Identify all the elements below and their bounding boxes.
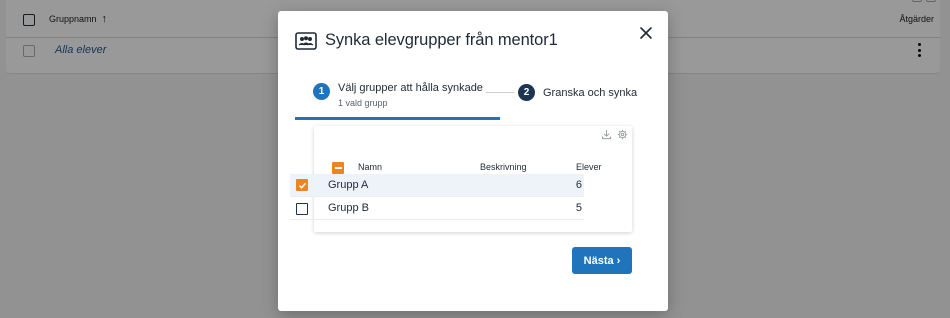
step-connector [486, 92, 514, 93]
step-number: 1 [313, 83, 330, 100]
step-label: Granska och synka [543, 87, 638, 99]
step-number: 2 [518, 84, 535, 101]
table-toolbar [601, 129, 628, 140]
close-icon[interactable] [638, 25, 654, 41]
student-count: 5 [575, 202, 582, 214]
student-count: 6 [575, 179, 582, 191]
group-card-icon [295, 31, 317, 50]
column-header-students: Elever [576, 162, 602, 172]
group-name: Grupp A [328, 179, 369, 191]
column-header-name: Namn [358, 162, 383, 172]
gear-icon[interactable] [617, 129, 628, 140]
next-button[interactable]: Nästa › [572, 247, 632, 274]
step-select-groups[interactable]: 1 Välj grupper att hålla synkade 1 vald … [313, 81, 483, 108]
dialog-title: Synka elevgrupper från mentor1 [325, 31, 558, 49]
download-icon[interactable] [601, 129, 612, 140]
table-row[interactable]: Grupp B 5 [290, 197, 584, 220]
group-name: Grupp B [328, 202, 369, 214]
column-header-description: Beskrivning [480, 162, 527, 172]
table-header: Namn Beskrivning Elever [314, 148, 632, 174]
select-all-checkbox[interactable] [332, 162, 344, 174]
step-sublabel: 1 vald grupp [338, 98, 388, 108]
step-review-sync[interactable]: 2 Granska och synka [518, 84, 637, 101]
step-label: Välj grupper att hålla synkade [338, 82, 483, 94]
dialog-header: Synka elevgrupper från mentor1 [295, 31, 558, 50]
checkmark-icon [298, 182, 306, 189]
sync-groups-dialog: Synka elevgrupper från mentor1 1 Välj gr… [278, 11, 668, 311]
row-checkbox[interactable] [296, 203, 308, 215]
row-checkbox[interactable] [296, 179, 308, 191]
table-row[interactable]: Grupp A 6 [290, 174, 584, 197]
active-step-indicator [295, 117, 500, 120]
